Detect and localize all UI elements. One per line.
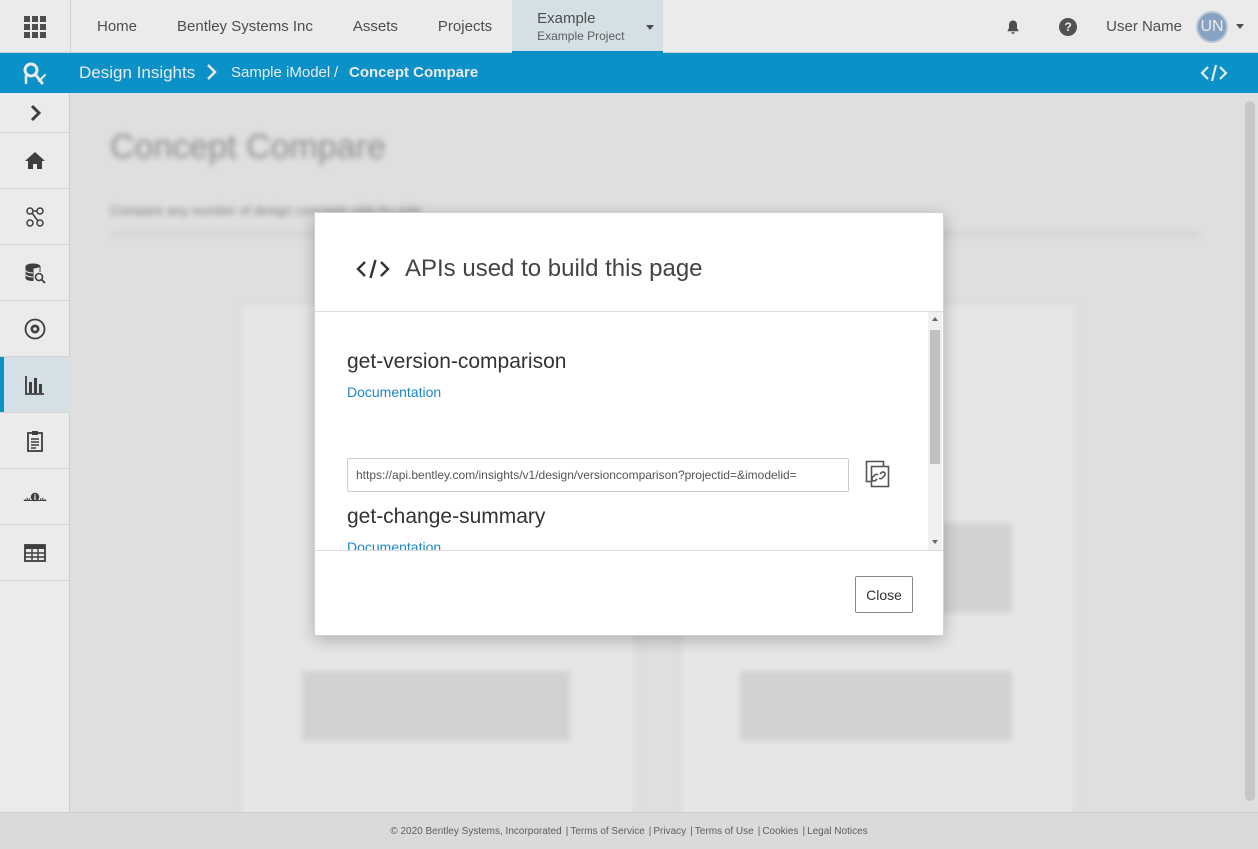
api-dialog: APIs used to build this page get-version… bbox=[314, 212, 944, 636]
dialog-body: get-version-comparison Documentation htt… bbox=[315, 312, 943, 550]
documentation-link[interactable]: Documentation bbox=[347, 384, 441, 400]
api-url-field[interactable]: https://api.bentley.com/insights/v1/desi… bbox=[347, 458, 849, 492]
code-icon bbox=[356, 259, 390, 279]
dialog-scrollbar[interactable] bbox=[928, 312, 942, 550]
dialog-footer: Close bbox=[315, 550, 943, 636]
scroll-down-arrow-icon[interactable] bbox=[932, 540, 938, 544]
scroll-up-arrow-icon[interactable] bbox=[932, 317, 938, 321]
api-name: get-change-summary bbox=[347, 505, 546, 528]
api-name: get-version-comparison bbox=[347, 350, 567, 373]
api-entry: get-change-summary Documentation bbox=[347, 505, 907, 550]
close-button[interactable]: Close bbox=[855, 576, 913, 613]
copy-link-icon[interactable] bbox=[865, 460, 891, 488]
api-entry: get-version-comparison Documentation htt… bbox=[347, 350, 907, 492]
dialog-title: APIs used to build this page bbox=[405, 255, 703, 282]
dialog-header: APIs used to build this page bbox=[315, 213, 943, 312]
documentation-link[interactable]: Documentation bbox=[347, 539, 441, 550]
scroll-thumb[interactable] bbox=[930, 330, 940, 464]
